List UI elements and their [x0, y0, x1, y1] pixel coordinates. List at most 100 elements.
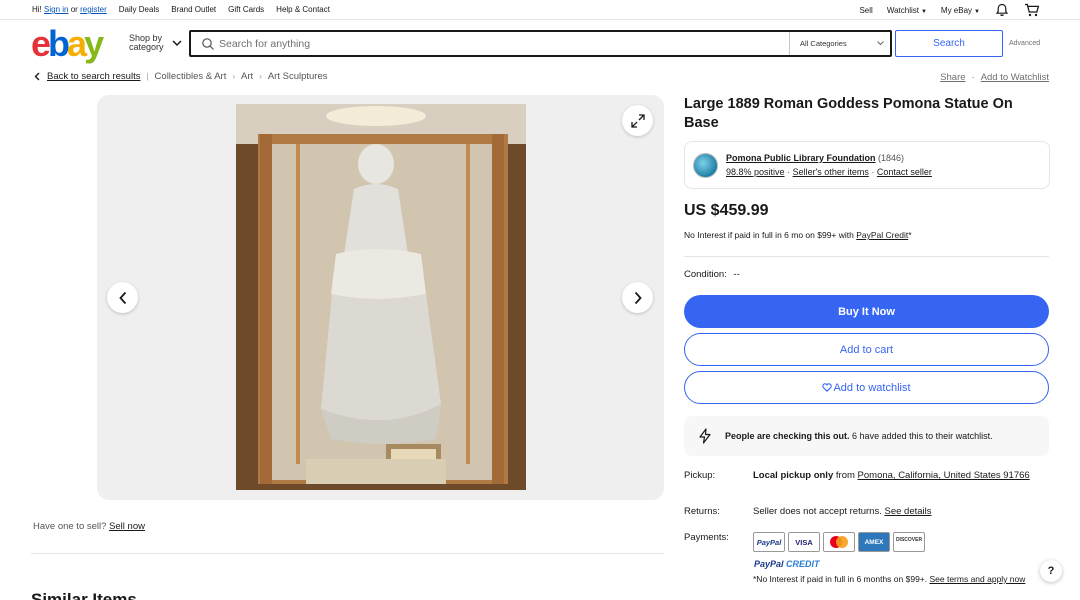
brand-outlet-link[interactable]: Brand Outlet [171, 5, 216, 14]
gift-cards-link[interactable]: Gift Cards [228, 5, 264, 14]
item-price: US $459.99 [684, 202, 769, 219]
category-select[interactable]: All Categories [789, 32, 892, 55]
top-nav: Hi! Sign in or register Daily Deals Bran… [0, 0, 1080, 20]
help-contact-link[interactable]: Help & Contact [276, 5, 330, 14]
sell-prompt-text: Have one to sell? [33, 521, 107, 532]
share-link[interactable]: Share [940, 72, 965, 83]
greeting-or: or [70, 5, 78, 14]
returns-label: Returns: [684, 506, 720, 517]
search-button[interactable]: Search [895, 30, 1003, 57]
returns-value: Seller does not accept returns. See deta… [753, 506, 1053, 517]
paypal-credit-link[interactable]: PayPal Credit [856, 230, 908, 240]
returns-text: Seller does not accept returns. [753, 506, 885, 517]
sell-prompt: Have one to sell? Sell now [33, 521, 145, 532]
watchlist-menu[interactable]: Watchlist ▼ [887, 6, 927, 15]
sign-in-link[interactable]: Sign in [44, 5, 68, 14]
advanced-search-link[interactable]: Advanced [1009, 40, 1040, 47]
financing-text: No Interest if paid in full in 6 mo on $… [684, 230, 854, 240]
watchlist-label: Watchlist [886, 5, 919, 15]
daily-deals-link[interactable]: Daily Deals [119, 5, 159, 14]
greeting-hi: Hi! [32, 5, 42, 14]
logo-a: a [67, 23, 87, 64]
paypal-credit-b: CREDIT [786, 559, 820, 569]
greeting: Hi! Sign in or register [32, 5, 107, 14]
seller-card: Pomona Public Library Foundation (1846) … [684, 141, 1050, 189]
contact-seller-link[interactable]: Contact seller [877, 167, 932, 177]
chevron-down-icon: ▼ [974, 8, 980, 15]
expand-image-button[interactable] [622, 105, 653, 136]
seller-name-link[interactable]: Pomona Public Library Foundation [726, 153, 876, 163]
breadcrumb-art[interactable]: Art [241, 71, 253, 82]
ebay-logo[interactable]: ebay [31, 26, 104, 62]
condition-row: Condition: -- [684, 269, 740, 280]
condition-value: -- [733, 269, 740, 280]
divider [684, 256, 1049, 257]
paypal-icon: PayPal [753, 532, 785, 552]
seller-other-items-link[interactable]: Seller's other items [793, 167, 869, 177]
mastercard-icon [823, 532, 855, 552]
previous-image-button[interactable] [107, 282, 138, 313]
chevron-left-icon[interactable] [33, 72, 41, 81]
chevron-right-icon: › [259, 72, 262, 81]
credit-terms-text: *No Interest if paid in full in 6 months… [753, 574, 930, 584]
my-ebay-menu[interactable]: My eBay ▼ [941, 6, 980, 15]
shop-by-category-button[interactable]: Shop by category [129, 34, 182, 52]
sell-link[interactable]: Sell [859, 6, 872, 15]
expand-icon [630, 113, 645, 128]
add-to-cart-button[interactable]: Add to cart [684, 333, 1049, 366]
chevron-left-icon [118, 291, 126, 304]
shop-by-line2: category [129, 42, 164, 52]
chevron-right-icon [634, 291, 642, 304]
breadcrumb: Back to search results | Collectibles & … [33, 71, 328, 82]
payment-methods: PayPal VISA AMEX DISCOVER [753, 532, 925, 552]
credit-terms-note: *No Interest if paid in full in 6 months… [753, 573, 1033, 585]
help-button[interactable]: ? [1040, 560, 1062, 582]
category-select-value: All Categories [800, 39, 847, 48]
add-to-watchlist-label: Add to watchlist [833, 381, 911, 394]
visa-icon: VISA [788, 532, 820, 552]
pickup-value: Local pickup only from Pomona, Californi… [753, 470, 1053, 481]
discover-icon: DISCOVER [893, 532, 925, 552]
pickup-bold: Local pickup only [753, 470, 834, 481]
similar-items-heading: Similar Items [31, 590, 137, 600]
register-link[interactable]: register [80, 5, 107, 14]
add-to-watchlist-link[interactable]: Add to Watchlist [981, 72, 1049, 83]
lightning-icon [699, 428, 711, 444]
image-gallery [97, 95, 664, 500]
cart-icon[interactable] [1024, 3, 1040, 17]
pickup-from: from [833, 470, 858, 481]
search-input[interactable] [219, 37, 779, 50]
logo-y: y [84, 23, 104, 64]
paypal-credit-a: PayPal [754, 559, 784, 569]
bell-icon[interactable] [994, 3, 1010, 17]
share-watch-links: Share · Add to Watchlist [940, 72, 1049, 83]
sell-now-link[interactable]: Sell now [109, 521, 145, 532]
breadcrumb-art-sculptures[interactable]: Art Sculptures [268, 71, 328, 82]
financing-asterisk: * [908, 230, 912, 240]
payments-label: Payments: [684, 532, 729, 543]
product-image[interactable] [236, 104, 526, 490]
next-image-button[interactable] [622, 282, 653, 313]
seller-positive-link[interactable]: 98.8% positive [726, 167, 785, 177]
chevron-right-icon: › [232, 72, 236, 81]
breadcrumb-collectibles[interactable]: Collectibles & Art [155, 71, 227, 82]
separator-dot: · [787, 167, 791, 177]
paypal-credit-logo: PayPal CREDIT [754, 559, 820, 569]
pickup-label: Pickup: [684, 470, 716, 481]
watchers-alert-text: People are checking this out. 6 have add… [725, 431, 993, 441]
seller-links: 98.8% positive · Seller's other items · … [726, 167, 932, 177]
financing-note: No Interest if paid in full in 6 mo on $… [684, 230, 912, 240]
see-terms-link[interactable]: See terms and apply now [929, 574, 1025, 584]
shop-by-label: Shop by category [129, 34, 164, 52]
add-to-watchlist-button[interactable]: Add to watchlist [684, 371, 1049, 404]
divider [31, 553, 664, 554]
alert-bold: People are checking this out. [725, 431, 850, 441]
heart-icon [822, 383, 833, 392]
seller-avatar[interactable] [693, 153, 718, 178]
item-title: Large 1889 Roman Goddess Pomona Statue O… [684, 96, 1013, 131]
back-to-results-link[interactable]: Back to search results [47, 71, 140, 82]
see-details-link[interactable]: See details [885, 506, 932, 517]
statue-photo [236, 104, 526, 490]
buy-it-now-button[interactable]: Buy It Now [684, 295, 1049, 328]
pickup-location-link[interactable]: Pomona, California, United States 91766 [858, 470, 1030, 481]
